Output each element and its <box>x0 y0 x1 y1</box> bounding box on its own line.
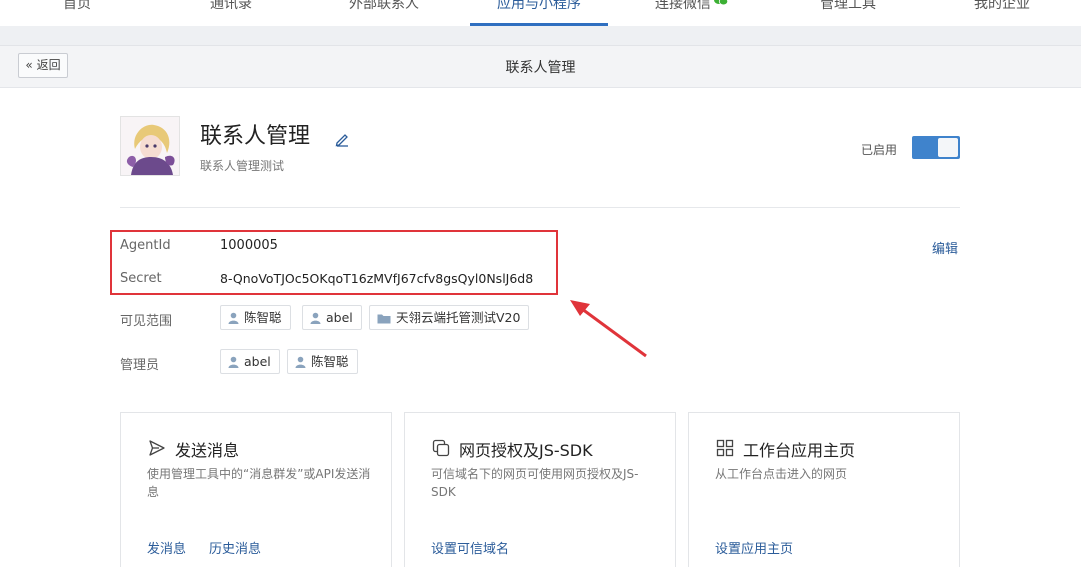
card-title: 发送消息 <box>175 441 240 460</box>
highlight-box <box>110 230 558 295</box>
copy-icon <box>432 439 450 457</box>
folder-icon <box>377 314 391 324</box>
app-description: 联系人管理测试 <box>200 159 285 173</box>
app-avatar[interactable] <box>120 116 180 176</box>
grid-icon <box>716 439 734 457</box>
pencil-icon[interactable] <box>334 131 350 147</box>
nav-active-indicator <box>470 23 608 26</box>
visibility-label: 可见范围 <box>120 314 173 329</box>
set-trusted-domain-link[interactable]: 设置可信域名 <box>431 538 509 557</box>
send-icon <box>149 440 165 456</box>
user-icon <box>228 312 239 324</box>
wechat-icon <box>714 0 728 6</box>
visibility-tag[interactable]: 天翎云端托管测试V20 <box>369 305 530 330</box>
card-description: 可信域名下的网页可使用网页授权及JS-SDK <box>431 467 639 499</box>
red-arrow-icon <box>570 300 647 358</box>
nav-item-apps[interactable]: 应用与小程序 <box>497 0 581 13</box>
user-icon <box>228 356 239 368</box>
tag-label: abel <box>326 310 353 325</box>
page-title: 联系人管理 <box>505 60 576 76</box>
nav-item-connect-wechat-label: 连接微信 <box>655 0 711 12</box>
user-icon <box>295 356 306 368</box>
user-icon <box>310 312 321 324</box>
history-messages-link[interactable]: 历史消息 <box>209 538 261 557</box>
visibility-tag[interactable]: abel <box>302 305 362 330</box>
tag-label: 陈智聪 <box>244 310 282 325</box>
admin-tag[interactable]: abel <box>220 349 280 374</box>
admins-label: 管理员 <box>120 358 160 373</box>
card-title: 工作台应用主页 <box>743 441 856 460</box>
card-description: 从工作台点击进入的网页 <box>715 467 848 481</box>
nav-item-connect-wechat[interactable]: 连接微信 <box>655 0 728 13</box>
status-label: 已启用 <box>861 143 898 157</box>
tag-label: 天翎云端托管测试V20 <box>396 310 521 325</box>
avatar-image <box>121 117 179 175</box>
toggle-knob <box>938 138 958 157</box>
send-message-card: 发送消息 使用管理工具中的“消息群发”或API发送消息 发消息 历史消息 <box>120 412 392 567</box>
app-detail-panel: « 返回 联系人管理 联系人管理 联系人管理测试 已启用 AgentId 100… <box>0 45 1081 567</box>
enable-toggle[interactable] <box>912 136 960 159</box>
divider <box>120 207 960 208</box>
nav-item-my-company[interactable]: 我的企业 <box>974 0 1030 13</box>
card-title: 网页授权及JS-SDK <box>459 441 593 460</box>
card-description: 使用管理工具中的“消息群发”或API发送消息 <box>147 467 371 499</box>
visibility-tag[interactable]: 陈智聪 <box>220 305 291 330</box>
nav-item-home[interactable]: 首页 <box>63 0 91 13</box>
tag-label: 陈智聪 <box>311 354 349 369</box>
send-message-link[interactable]: 发消息 <box>147 538 186 557</box>
edit-link[interactable]: 编辑 <box>932 238 958 257</box>
workbench-home-card: 工作台应用主页 从工作台点击进入的网页 设置应用主页 <box>688 412 960 567</box>
top-navigation: 首页 通讯录 外部联系人 应用与小程序 连接微信 管理工具 我的企业 <box>0 0 1081 26</box>
admin-tag[interactable]: 陈智聪 <box>287 349 358 374</box>
nav-item-external-contacts[interactable]: 外部联系人 <box>349 0 419 13</box>
nav-item-management-tools[interactable]: 管理工具 <box>820 0 876 13</box>
title-bar: « 返回 联系人管理 <box>0 46 1081 88</box>
tag-label: abel <box>244 354 271 369</box>
app-name: 联系人管理 <box>200 124 311 149</box>
nav-item-contacts[interactable]: 通讯录 <box>210 0 252 13</box>
set-app-homepage-link[interactable]: 设置应用主页 <box>715 538 793 557</box>
web-auth-card: 网页授权及JS-SDK 可信域名下的网页可使用网页授权及JS-SDK 设置可信域… <box>404 412 676 567</box>
